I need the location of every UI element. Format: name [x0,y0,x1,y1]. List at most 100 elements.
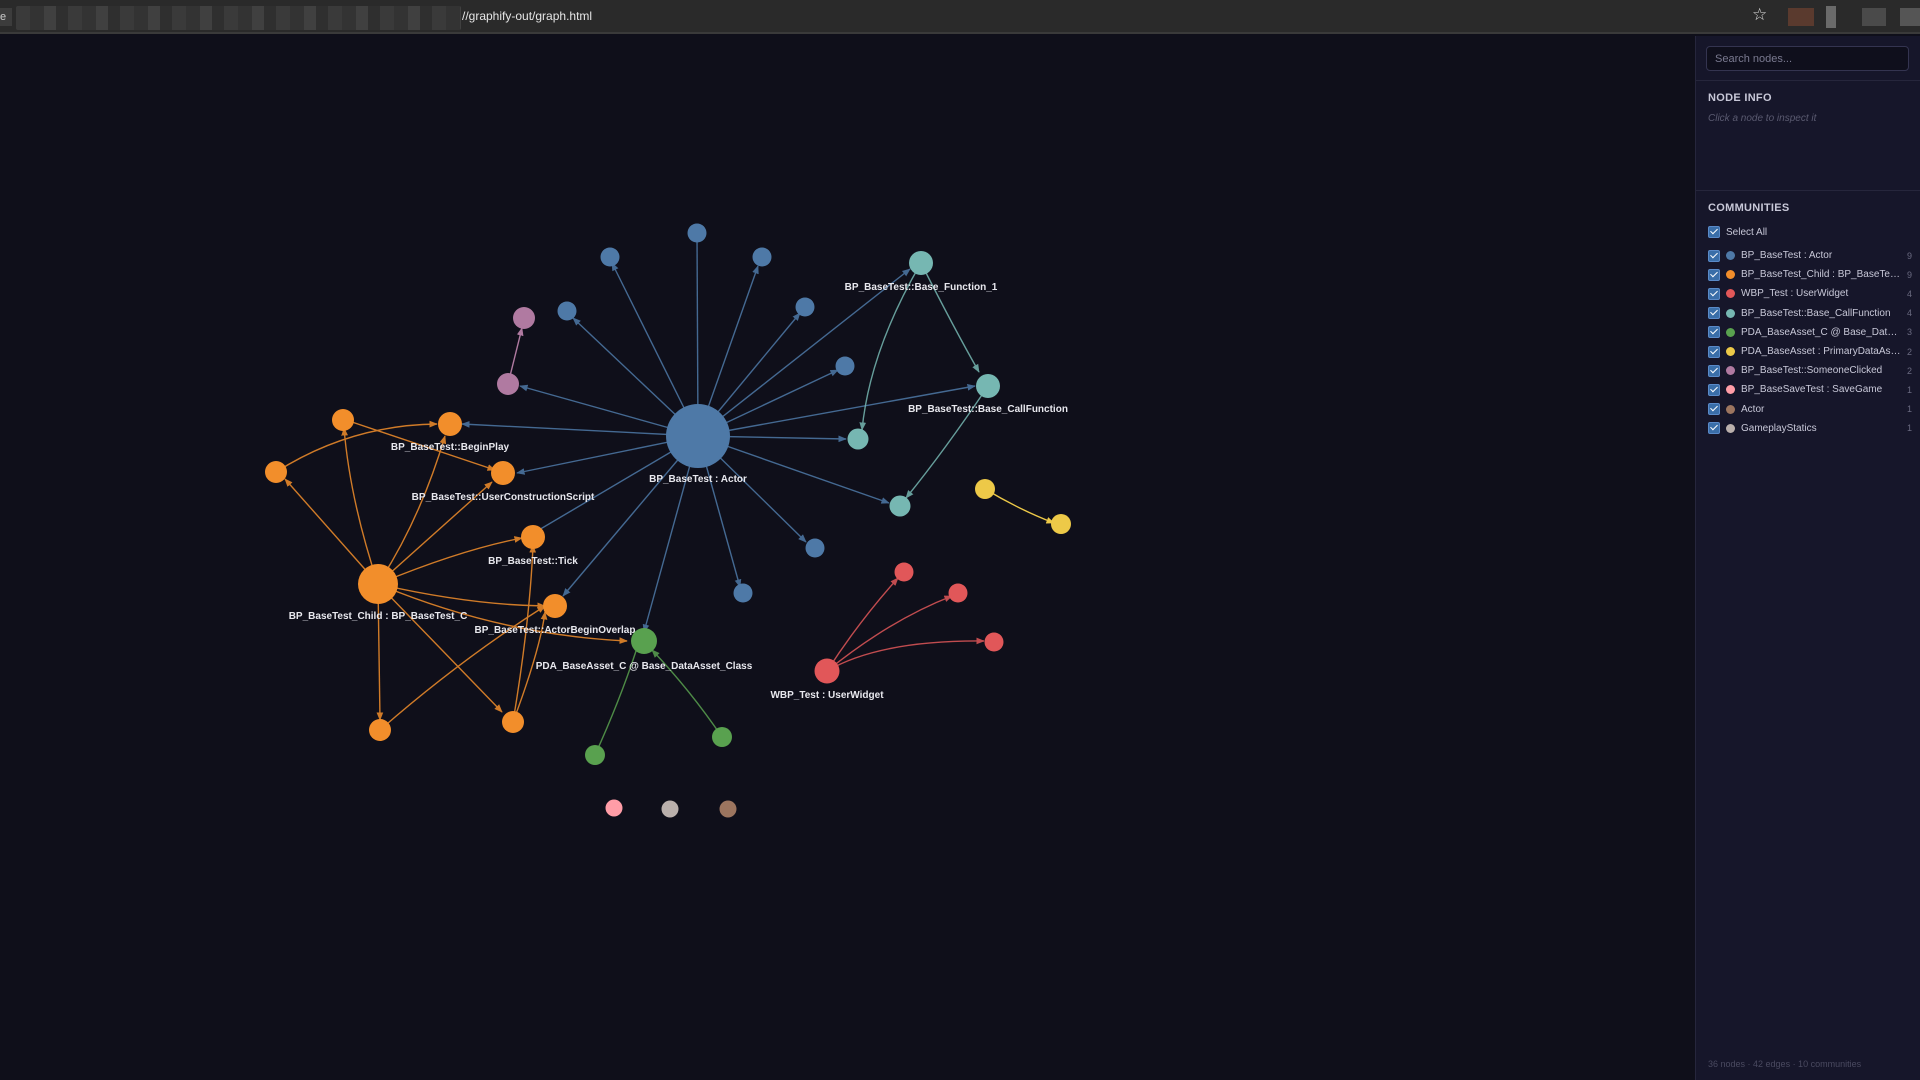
extension-icon[interactable] [1788,8,1814,26]
community-name: BP_BaseSaveTest : SaveGame [1741,384,1883,396]
community-item[interactable]: PDA_BaseAsset_C @ Base_DataAsset_Class 3 [1708,323,1916,342]
graph-node[interactable] [712,727,732,747]
community-count: 2 [1906,365,1912,376]
node-label: BP_BaseTest::ActorBeginOverlap [475,625,636,636]
graph-node[interactable] [909,251,933,275]
browser-tab-edge[interactable]: e [0,8,12,26]
graph-node[interactable] [543,594,567,618]
community-item[interactable]: BP_BaseTest_Child : BP_BaseTest_C 9 [1708,265,1916,284]
community-count: 1 [1906,404,1912,415]
graph-node[interactable] [521,525,545,549]
community-name: Actor [1741,403,1765,415]
community-item[interactable]: PDA_BaseAsset : PrimaryDataAsset 2 [1708,342,1916,361]
graph-node[interactable] [795,297,815,317]
graph-node[interactable] [814,658,840,684]
checkbox-checked-icon[interactable] [1708,307,1720,320]
checkbox-checked-icon[interactable] [1708,268,1720,281]
extension-icon[interactable] [1826,6,1836,28]
edge [341,427,379,585]
edge [984,488,1055,524]
graph-node[interactable] [438,412,462,436]
node-info-title: NODE INFO [1708,92,1772,104]
node-label: BP_BaseTest::BeginPlay [391,442,510,453]
graph-node[interactable] [805,538,825,558]
graph-node[interactable] [752,247,772,267]
graph-node[interactable] [369,719,391,741]
edge [826,595,953,672]
checkbox-checked-icon[interactable] [1708,403,1720,416]
graph-node[interactable] [984,632,1004,652]
community-name: BP_BaseTest::Base_CallFunction [1741,307,1891,319]
divider [1696,190,1920,191]
edge [697,268,911,437]
graph-node[interactable] [502,711,524,733]
checkbox-checked-icon[interactable] [1708,226,1720,238]
node-info-hint: Click a node to inspect it [1708,113,1817,124]
graph-node[interactable] [687,223,707,243]
graph-node[interactable] [889,495,911,517]
graph-node[interactable] [491,461,515,485]
community-item[interactable]: BP_BaseTest : Actor 9 [1708,246,1916,265]
community-color-dot [1726,251,1735,261]
checkbox-checked-icon[interactable] [1708,345,1720,358]
graph-node[interactable] [358,564,398,604]
community-item[interactable]: WBP_Test : UserWidget 4 [1708,284,1916,303]
node-label: BP_BaseTest : Actor [649,474,747,485]
node-label: BP_BaseTest_Child : BP_BaseTest_C [289,611,468,622]
community-item[interactable]: BP_BaseTest::SomeoneClicked 2 [1708,361,1916,380]
graph-node[interactable] [894,562,914,582]
graph-node[interactable] [666,404,730,468]
edge [826,637,985,672]
community-name: GameplayStatics [1741,422,1817,434]
graph-node[interactable] [847,428,869,450]
graph-node[interactable] [265,461,287,483]
graph-node[interactable] [661,800,679,818]
node-label: BP_BaseTest::UserConstructionScript [412,492,595,503]
community-count: 1 [1906,384,1912,395]
graph-node[interactable] [1051,514,1071,534]
graph-node[interactable] [733,583,753,603]
checkbox-checked-icon[interactable] [1708,326,1720,339]
community-color-dot [1726,289,1735,299]
community-name: BP_BaseTest : Actor [1741,250,1833,262]
community-item[interactable]: GameplayStatics 1 [1708,419,1916,438]
graph-node[interactable] [585,745,605,765]
graph-node[interactable] [600,247,620,267]
divider [1696,80,1920,81]
checkbox-checked-icon[interactable] [1708,249,1720,262]
community-item[interactable]: Actor 1 [1708,400,1916,419]
edge [284,478,379,585]
community-count: 4 [1906,288,1912,299]
checkbox-checked-icon[interactable] [1708,287,1720,300]
checkbox-checked-icon[interactable] [1708,383,1720,396]
community-count: 2 [1906,346,1912,357]
community-color-dot [1726,347,1735,357]
graph-node[interactable] [948,583,968,603]
graph-node[interactable] [975,479,995,499]
checkbox-checked-icon[interactable] [1708,364,1720,377]
community-count: 9 [1906,250,1912,261]
profile-icon[interactable] [1900,8,1920,26]
community-item[interactable]: BP_BaseTest::Base_CallFunction 4 [1708,304,1916,323]
checkbox-checked-icon[interactable] [1708,422,1720,435]
extension-icon[interactable] [1862,8,1886,26]
graph-node[interactable] [835,356,855,376]
edge [376,583,384,721]
node-label: WBP_Test : UserWidget [770,690,884,701]
graph-node[interactable] [605,799,623,817]
graph-node[interactable] [332,409,354,431]
address-bar-url[interactable]: //graphify-out/graph.html [462,9,592,23]
select-all-checkbox[interactable]: Select All [1708,225,1767,239]
address-bar-redacted[interactable] [16,6,461,30]
search-input[interactable] [1706,46,1909,71]
graph-node[interactable] [497,373,519,395]
community-color-dot [1726,404,1735,414]
graph-node[interactable] [557,301,577,321]
graph-node[interactable] [976,374,1000,398]
graph-canvas[interactable]: BP_BaseTest : Actor BP_BaseTest::Base_Fu… [0,36,1695,1080]
graph-node[interactable] [513,307,535,329]
bookmark-star-icon[interactable]: ☆ [1752,5,1767,25]
community-item[interactable]: BP_BaseSaveTest : SaveGame 1 [1708,380,1916,399]
graph-node[interactable] [719,800,737,818]
community-color-dot [1726,270,1735,280]
